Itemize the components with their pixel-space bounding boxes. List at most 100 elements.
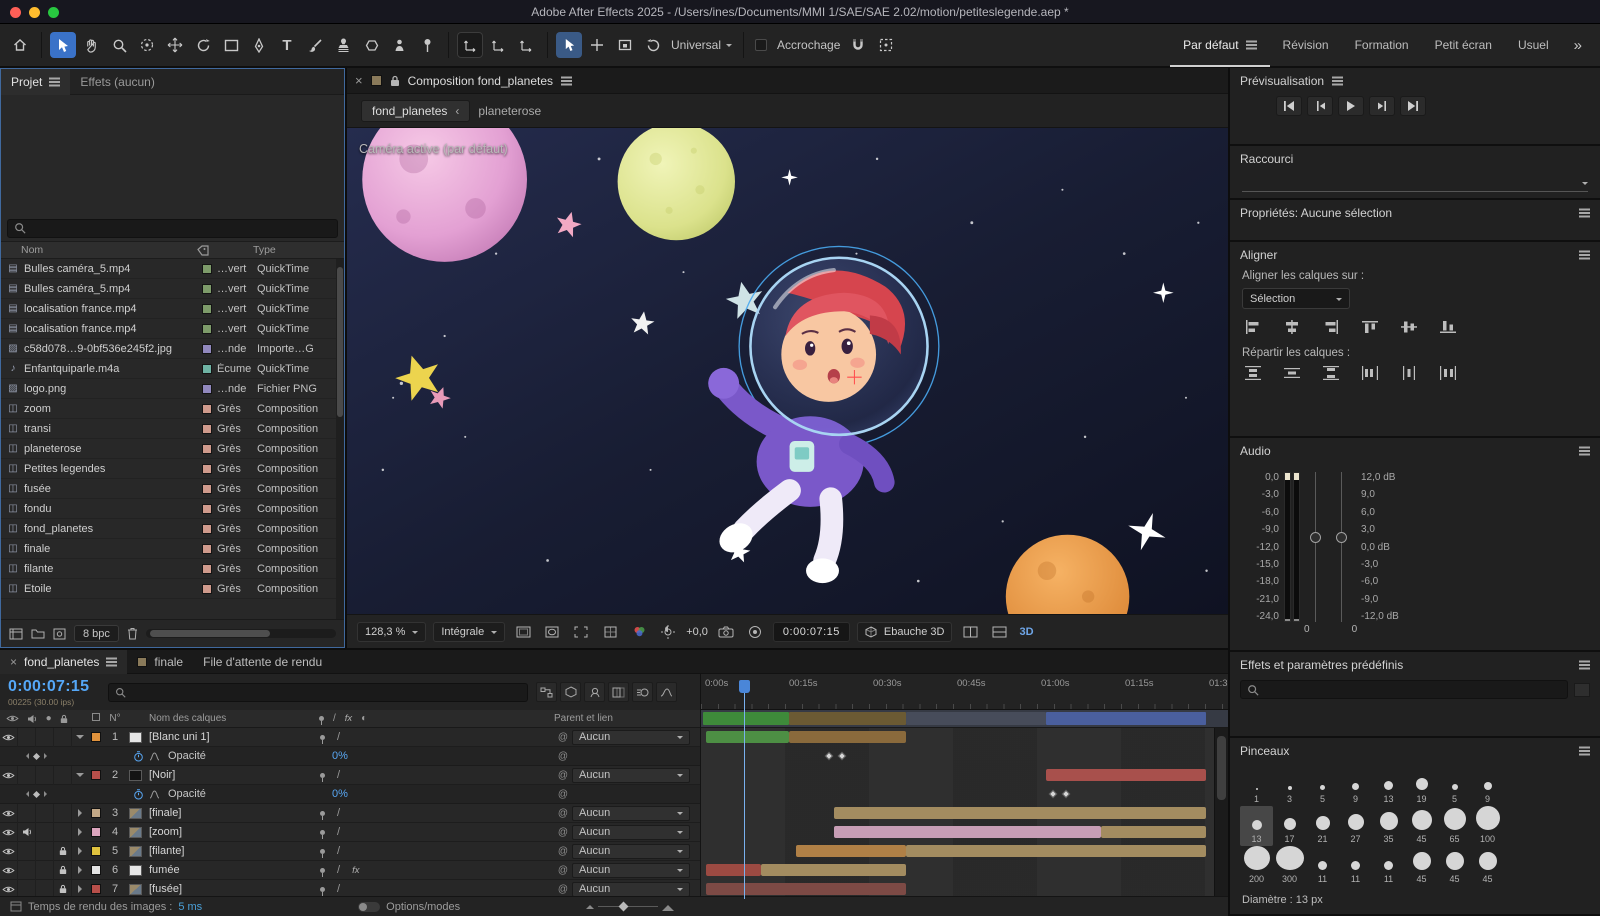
layer-name[interactable]: [Blanc uni 1] — [144, 731, 312, 743]
brush-preset[interactable]: 9 — [1471, 766, 1504, 806]
eye-icon[interactable] — [0, 823, 18, 842]
brush-preset[interactable]: 5 — [1438, 766, 1471, 806]
expand-toggle[interactable] — [72, 847, 88, 855]
solo-toggle[interactable] — [36, 861, 54, 880]
workspace-tab-petit-ecran[interactable]: Petit écran — [1422, 23, 1505, 67]
label-color-chip[interactable] — [197, 424, 217, 434]
play-button[interactable] — [1338, 96, 1364, 116]
layer-row[interactable]: 1 [Blanc uni 1] / @ Aucun — [0, 728, 1228, 747]
layer-name[interactable]: [fusée] — [144, 883, 312, 895]
label-color-chip[interactable] — [197, 284, 217, 294]
layer-row[interactable]: 2 [Noir] / @ Aucun — [0, 766, 1228, 785]
brush-tool[interactable] — [302, 32, 328, 58]
clone-stamp-tool[interactable] — [330, 32, 356, 58]
brush-preset[interactable]: 45 — [1471, 846, 1504, 886]
workspace-overflow-button[interactable]: » — [1562, 37, 1594, 54]
brush-preset[interactable]: 35 — [1372, 806, 1405, 846]
project-item-row[interactable]: ◫ Petites legendes Grès Composition — [1, 459, 344, 479]
parent-pickwhip-icon[interactable]: @ — [554, 884, 572, 895]
project-item-row[interactable]: ◫ planeterose Grès Composition — [1, 439, 344, 459]
composition-viewport[interactable]: Caméra active (par défaut) — [347, 128, 1228, 614]
panel-menu-icon[interactable] — [1579, 664, 1590, 666]
layer-track[interactable] — [700, 842, 1228, 861]
parent-select[interactable]: Aucun — [572, 768, 690, 783]
distribute-right-icon[interactable] — [1439, 365, 1457, 381]
lock-toggle[interactable] — [54, 728, 72, 747]
brush-preset[interactable]: 13 — [1372, 766, 1405, 806]
next-frame-button[interactable] — [1369, 96, 1395, 116]
column-header-name[interactable]: Nom — [1, 244, 197, 256]
label-color-chip[interactable] — [197, 564, 217, 574]
audio-toggle[interactable] — [18, 804, 36, 823]
selection-mode-button[interactable] — [556, 32, 582, 58]
panel-menu-icon[interactable] — [49, 81, 60, 83]
eye-icon[interactable] — [0, 842, 18, 861]
panel-menu-icon[interactable] — [1579, 254, 1590, 256]
position-mode-button[interactable] — [584, 32, 610, 58]
project-item-row[interactable]: ◫ fusée Grès Composition — [1, 479, 344, 499]
parent-pickwhip-icon[interactable]: @ — [554, 865, 572, 876]
scrollbar-thumb[interactable] — [337, 267, 343, 417]
audio-column-icon[interactable] — [27, 714, 37, 724]
brush-preset[interactable]: 100 — [1471, 806, 1504, 846]
snapping-checkbox[interactable]: Accrochage — [755, 38, 840, 52]
expand-toggle[interactable] — [72, 885, 88, 893]
keyframe[interactable] — [1062, 789, 1070, 797]
layer-switches[interactable]: / — [312, 845, 440, 857]
timeline-tab-finale[interactable]: finale — [127, 650, 193, 674]
column-header-label-icon[interactable] — [197, 245, 253, 256]
brush-preset[interactable]: 11 — [1306, 846, 1339, 886]
layer-label-chip[interactable] — [88, 808, 104, 818]
property-pickwhip-icon[interactable]: @ — [554, 751, 572, 762]
universal-mode-select[interactable]: Universal — [671, 38, 732, 52]
project-item-row[interactable]: ▨ c58d078…9-0bf536e245f2.jpg …nde Import… — [1, 339, 344, 359]
project-item-row[interactable]: ▨ logo.png …nde Fichier PNG — [1, 379, 344, 399]
project-item-row[interactable]: ▤ Bulles caméra_5.mp4 …vert QuickTime — [1, 259, 344, 279]
distribute-top-icon[interactable] — [1244, 365, 1262, 381]
label-color-chip[interactable] — [197, 404, 217, 414]
expand-toggle[interactable] — [72, 809, 88, 817]
lock-icon[interactable] — [390, 75, 400, 87]
breadcrumb-parent-comp[interactable]: fond_planetes‹ — [361, 100, 470, 122]
trash-icon[interactable] — [127, 627, 138, 640]
snap-magnet-icon[interactable] — [845, 32, 871, 58]
keyframe-navigator[interactable] — [0, 791, 72, 797]
distribute-left-icon[interactable] — [1361, 365, 1379, 381]
layer-name[interactable]: [finale] — [144, 807, 312, 819]
mask-visibility-icon[interactable] — [541, 622, 563, 642]
keyframe[interactable] — [838, 751, 846, 759]
timeline-tab-fond-planetes[interactable]: ×fond_planetes — [0, 650, 127, 674]
layer-bar[interactable] — [706, 731, 789, 743]
rectangle-tool[interactable] — [218, 32, 244, 58]
parent-select[interactable]: Aucun — [572, 863, 690, 878]
layer-row[interactable]: 4 [zoom] / @ Aucun — [0, 823, 1228, 842]
layer-name[interactable]: fumée — [144, 864, 312, 876]
audio-toggle[interactable] — [18, 766, 36, 785]
workspace-tab-revision[interactable]: Révision — [1270, 23, 1342, 67]
brush-preset[interactable]: 21 — [1306, 806, 1339, 846]
brush-preset[interactable]: 3 — [1273, 766, 1306, 806]
label-color-chip[interactable] — [197, 324, 217, 334]
align-target-select[interactable]: Sélection — [1242, 288, 1350, 309]
parent-pickwhip-icon[interactable]: @ — [554, 732, 572, 743]
panel-menu-icon[interactable] — [561, 80, 572, 82]
options-modes-toggle[interactable] — [358, 902, 380, 912]
resolution-select[interactable]: Intégrale — [433, 622, 505, 642]
parent-select[interactable]: Aucun — [572, 806, 690, 821]
label-color-chip[interactable] — [197, 464, 217, 474]
rotation-mode-button[interactable] — [640, 32, 666, 58]
expand-toggle[interactable] — [72, 733, 88, 741]
layer-label-chip[interactable] — [88, 770, 104, 780]
panel-menu-icon[interactable] — [1579, 450, 1590, 452]
distribute-center-vertical-icon[interactable] — [1283, 365, 1301, 381]
fader-value-left[interactable]: 0 — [1304, 624, 1310, 635]
parent-select[interactable]: Aucun — [572, 844, 690, 859]
property-name[interactable]: Opacité — [162, 750, 332, 762]
property-value[interactable]: 0% — [332, 750, 392, 762]
eye-icon[interactable] — [0, 861, 18, 880]
shortcut-select[interactable] — [1242, 174, 1588, 192]
layer-track[interactable] — [700, 804, 1228, 823]
roto-brush-tool[interactable] — [386, 32, 412, 58]
layer-bar[interactable] — [789, 731, 906, 743]
expand-toggle[interactable] — [72, 866, 88, 874]
